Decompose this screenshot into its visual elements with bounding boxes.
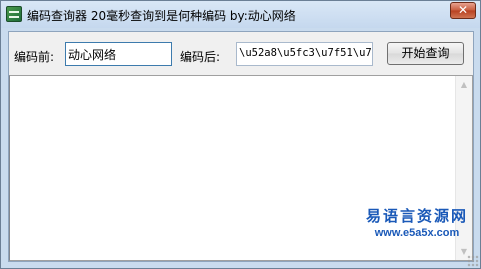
app-window: 编码查询器 20毫秒查询到是何种编码 by:动心网络 ✕ 编码前: 动心网络 编… (0, 0, 481, 269)
close-button[interactable]: ✕ (450, 2, 476, 19)
window-title: 编码查询器 20毫秒查询到是何种编码 by:动心网络 (27, 9, 296, 23)
before-label: 编码前: (14, 50, 55, 64)
scroll-up-arrow-icon[interactable]: ▲ (456, 76, 472, 93)
app-icon[interactable] (6, 6, 22, 22)
watermark: 易语言资源网 www.e5a5x.com (358, 205, 476, 239)
close-icon: ✕ (457, 3, 469, 17)
watermark-brand: 易语言资源网 (365, 207, 468, 225)
title-bar[interactable]: 编码查询器 20毫秒查询到是何种编码 by:动心网络 ✕ (1, 1, 480, 28)
resize-grip-icon[interactable] (467, 255, 479, 267)
start-query-button[interactable]: 开始查询 (387, 42, 464, 65)
watermark-url: www.e5a5x.com (374, 227, 460, 239)
before-input[interactable]: 动心网络 (65, 42, 172, 66)
after-input[interactable]: \u52a8\u5fc3\u7f51\u7e (236, 42, 373, 66)
after-label: 编码后: (180, 50, 221, 64)
